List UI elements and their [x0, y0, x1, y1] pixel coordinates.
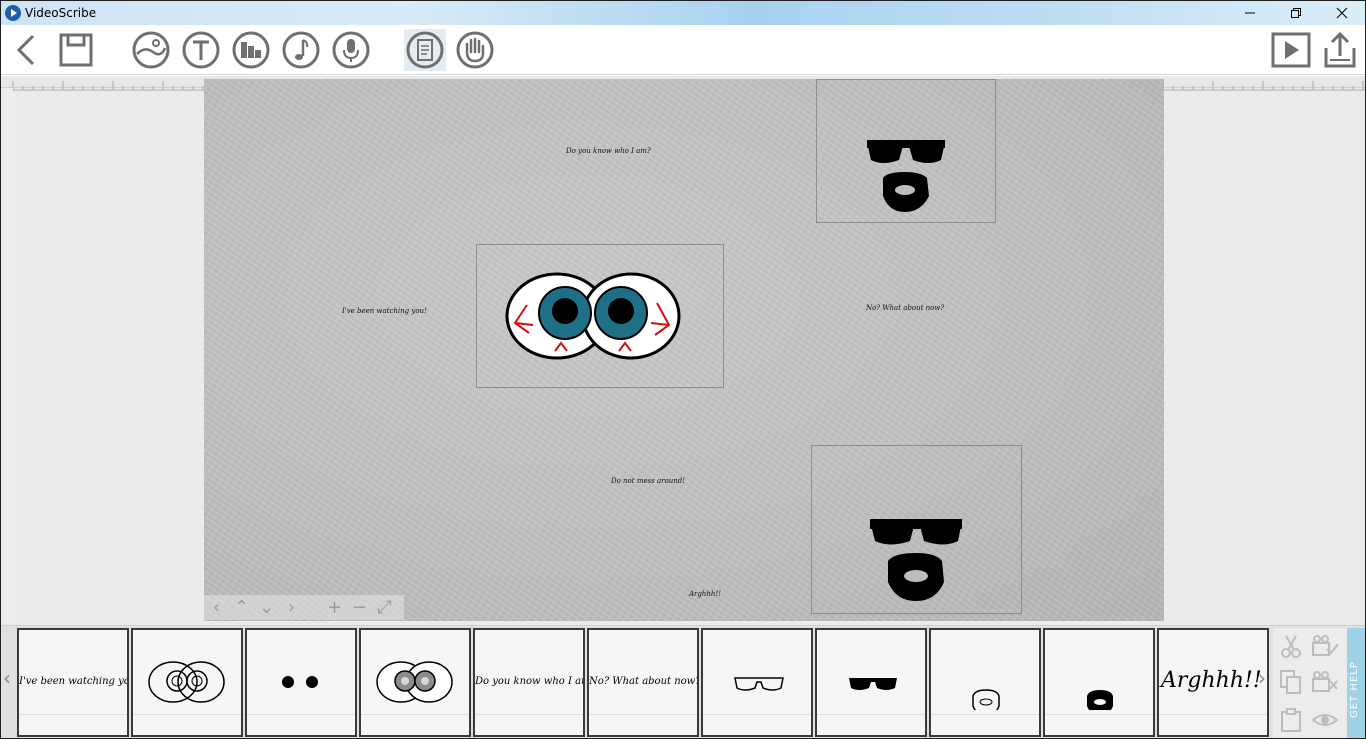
nav-left-icon[interactable]: ‹ [204, 597, 229, 618]
restore-icon [1291, 8, 1301, 18]
heisenberg-element-bottom[interactable] [811, 445, 1022, 614]
timeline-scroll-left-icon[interactable]: ‹ [3, 666, 11, 690]
glasses-black-icon [849, 678, 897, 690]
add-chart-button[interactable] [230, 29, 272, 71]
window-title: VideoScribe [25, 6, 97, 20]
thumb-text: I've been watching you! [19, 676, 129, 687]
canvas-text-watching[interactable]: I've been watching you! [342, 307, 427, 315]
close-icon [1336, 7, 1348, 19]
videoscribe-logo-icon [5, 5, 21, 21]
save-button[interactable] [55, 29, 97, 71]
get-help-label: GET HELP [1349, 661, 1360, 718]
cut-button[interactable] [1277, 632, 1305, 660]
camera-check-icon [1312, 635, 1339, 656]
timeline-thumb[interactable]: Arghhh!! [1157, 628, 1269, 737]
nav-up-icon[interactable]: ⌃ [229, 597, 254, 618]
add-music-button[interactable] [280, 29, 322, 71]
text-icon [182, 31, 220, 69]
paste-button[interactable] [1277, 706, 1305, 734]
minimize-button[interactable] [1227, 1, 1273, 25]
thumb-text: Arghhh!! [1161, 668, 1262, 693]
timeline-thumb[interactable]: I've been watching you! [17, 628, 129, 737]
fit-screen-icon[interactable]: ⤢ [372, 597, 397, 618]
export-upload-icon [1324, 31, 1356, 68]
scribe-canvas[interactable]: Do you know who I am? I've been watching… [204, 79, 1164, 621]
back-button[interactable] [5, 29, 47, 71]
timeline-thumb[interactable] [359, 628, 471, 737]
canvas-text-argh[interactable]: Arghhh!! [689, 590, 721, 598]
canvas-text-know[interactable]: Do you know who I am? [566, 147, 651, 155]
save-disk-icon [59, 33, 93, 67]
voiceover-button[interactable] [330, 29, 372, 71]
glasses-outline-icon [734, 677, 784, 691]
camera-x-icon [1312, 671, 1338, 692]
close-button[interactable] [1319, 1, 1365, 25]
timeline-thumb[interactable] [1043, 628, 1155, 737]
sunglasses-beard-image-large [870, 519, 962, 601]
nav-down-icon[interactable]: ⌄ [254, 597, 279, 618]
back-arrow-icon [16, 34, 35, 66]
videoscribe-window: VideoScribe Do you know who I am? I've b… [0, 0, 1366, 739]
music-note-icon [282, 31, 320, 69]
add-image-button[interactable] [130, 29, 172, 71]
eye-icon [1311, 714, 1339, 726]
copy-button[interactable] [1277, 668, 1305, 696]
clipboard-icon [1281, 708, 1301, 732]
chart-icon [232, 31, 270, 69]
hand-icon [456, 31, 494, 69]
zoom-out-icon[interactable]: − [347, 597, 372, 618]
eyeballs-image [505, 272, 681, 360]
eyes-element[interactable] [476, 244, 724, 388]
main-toolbar [1, 25, 1365, 75]
background-paper-button[interactable] [404, 29, 446, 71]
preview-button[interactable] [1311, 706, 1339, 734]
paper-icon [406, 31, 444, 69]
microphone-icon [332, 31, 370, 69]
add-text-button[interactable] [180, 29, 222, 71]
zoom-in-icon[interactable]: + [322, 597, 347, 618]
play-button[interactable] [1270, 29, 1312, 71]
canvas-nav-pad: ‹ ⌃ ⌄ › + − ⤢ [204, 595, 404, 620]
thumb-text: Do you know who I am? [475, 676, 585, 687]
export-button[interactable] [1319, 29, 1361, 71]
copy-icon [1280, 670, 1301, 694]
minimize-icon [1245, 12, 1255, 14]
play-icon [1271, 32, 1311, 68]
workspace: Do you know who I am? I've been watching… [1, 76, 1365, 625]
timeline-thumb[interactable] [131, 628, 243, 737]
title-bar: VideoScribe [1, 1, 1365, 25]
pupils-dots-icon [282, 676, 318, 688]
camera-set-button[interactable] [1311, 632, 1339, 660]
timeline-thumb[interactable]: No? What about now? [587, 628, 699, 737]
hand-button[interactable] [454, 29, 496, 71]
timeline-scroll-right-icon[interactable]: › [1258, 666, 1266, 690]
left-ruler [1, 88, 13, 624]
eyes-outline-icon [148, 661, 225, 703]
canvas-text-mess[interactable]: Do not mess around! [611, 477, 685, 485]
timeline-thumb[interactable] [815, 628, 927, 737]
timeline-thumb[interactable]: Do you know who I am? [473, 628, 585, 737]
sunglasses-beard-image [867, 140, 945, 212]
camera-clear-button[interactable] [1311, 668, 1339, 696]
timeline-thumb[interactable] [929, 628, 1041, 737]
restore-button[interactable] [1273, 1, 1319, 25]
timeline-thumb[interactable] [245, 628, 357, 737]
image-icon [132, 31, 170, 69]
element-tools [1273, 628, 1347, 738]
canvas-text-what-about[interactable]: No? What about now? [866, 304, 944, 312]
get-help-tab[interactable]: GET HELP [1347, 628, 1365, 738]
nav-right-icon[interactable]: › [279, 597, 304, 618]
beard-outline-icon [972, 689, 1000, 717]
timeline-thumb[interactable] [701, 628, 813, 737]
thumb-text: No? What about now? [589, 676, 699, 687]
timeline-strip: ‹ I've been watching you! Do you know who… [1, 625, 1365, 738]
beard-black-icon [1087, 690, 1113, 716]
heisenberg-element-top[interactable] [816, 79, 996, 223]
scissors-icon [1281, 635, 1301, 658]
eyes-grey-icon [376, 661, 453, 703]
